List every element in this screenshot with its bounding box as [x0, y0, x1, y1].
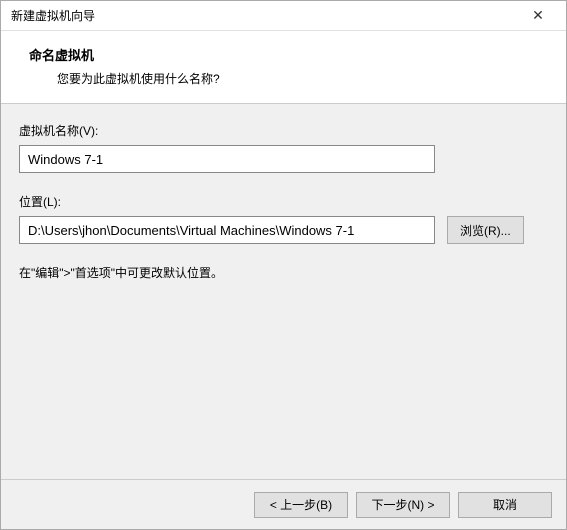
vm-name-input[interactable] — [19, 145, 435, 173]
wizard-window: 新建虚拟机向导 ✕ 命名虚拟机 您要为此虚拟机使用什么名称? 虚拟机名称(V):… — [0, 0, 567, 530]
wizard-header: 命名虚拟机 您要为此虚拟机使用什么名称? — [1, 31, 566, 104]
back-button[interactable]: < 上一步(B) — [254, 492, 348, 518]
vm-name-label: 虚拟机名称(V): — [19, 122, 548, 139]
cancel-button[interactable]: 取消 — [458, 492, 552, 518]
titlebar: 新建虚拟机向导 ✕ — [1, 1, 566, 31]
vm-name-group: 虚拟机名称(V): — [19, 122, 548, 173]
browse-button[interactable]: 浏览(R)... — [447, 216, 524, 244]
window-title: 新建虚拟机向导 — [11, 7, 518, 24]
vm-location-input[interactable] — [19, 216, 435, 244]
header-title: 命名虚拟机 — [29, 45, 548, 64]
vm-location-group: 位置(L): 浏览(R)... — [19, 193, 548, 244]
location-hint: 在"编辑">"首选项"中可更改默认位置。 — [19, 264, 548, 281]
header-subtitle: 您要为此虚拟机使用什么名称? — [57, 70, 548, 87]
wizard-content: 虚拟机名称(V): 位置(L): 浏览(R)... 在"编辑">"首选项"中可更… — [1, 104, 566, 479]
next-button[interactable]: 下一步(N) > — [356, 492, 450, 518]
location-row: 浏览(R)... — [19, 216, 548, 244]
vm-location-label: 位置(L): — [19, 193, 548, 210]
wizard-footer: < 上一步(B) 下一步(N) > 取消 — [1, 479, 566, 529]
close-button[interactable]: ✕ — [518, 2, 558, 30]
